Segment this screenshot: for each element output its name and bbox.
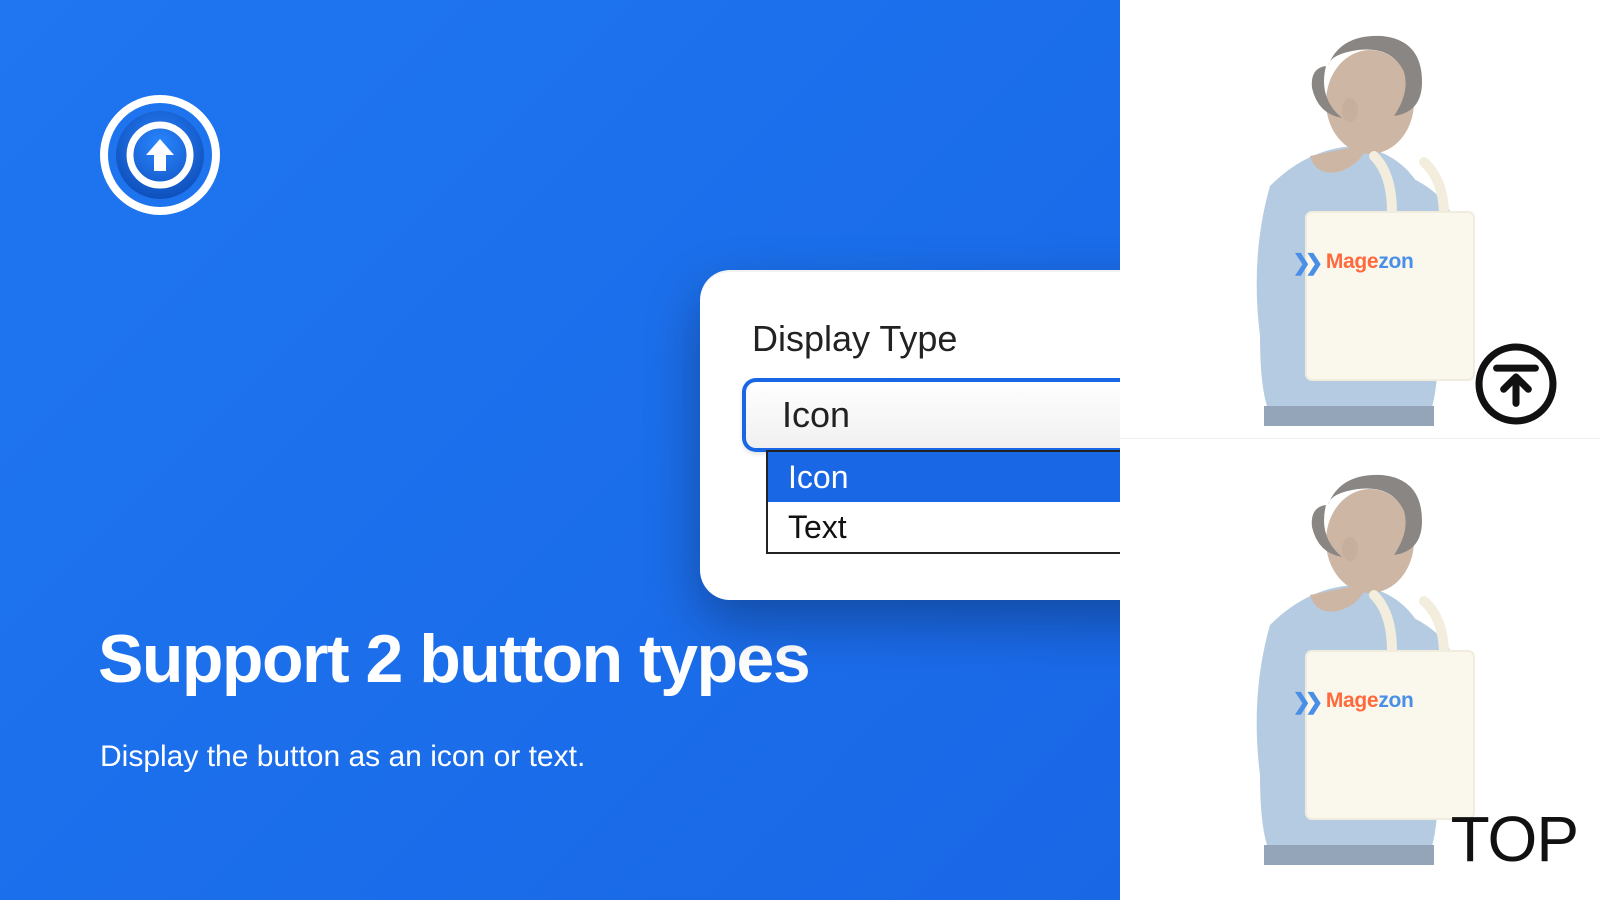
brand-mark-icon: ❯❯ (1292, 689, 1317, 715)
bag-brand-logo: ❯❯ Magezon (1278, 689, 1428, 715)
brand-mark-icon: ❯❯ (1292, 250, 1317, 276)
brand-prefix: Mage (1326, 250, 1378, 273)
brand-prefix: Mage (1326, 689, 1378, 712)
scroll-top-text-button[interactable]: TOP (1451, 802, 1578, 876)
preview-column: ❯❯ Magezon (1120, 0, 1600, 900)
bag-brand-logo: ❯❯ Magezon (1278, 250, 1428, 276)
hero-headline: Support 2 button types (98, 620, 809, 698)
promo-slide: Support 2 button types Display the butto… (0, 0, 1600, 900)
scroll-top-icon-button[interactable] (1472, 340, 1560, 428)
hero-subline: Display the button as an icon or text. (100, 740, 585, 774)
scroll-top-logo-icon (100, 95, 220, 215)
preview-icon-variant: ❯❯ Magezon (1120, 0, 1600, 438)
display-type-value: Icon (782, 394, 850, 436)
brand-suffix: zon (1378, 689, 1413, 712)
brand-suffix: zon (1378, 250, 1413, 273)
hero-panel: Support 2 button types Display the butto… (0, 0, 1120, 900)
product-photo (1160, 6, 1520, 426)
